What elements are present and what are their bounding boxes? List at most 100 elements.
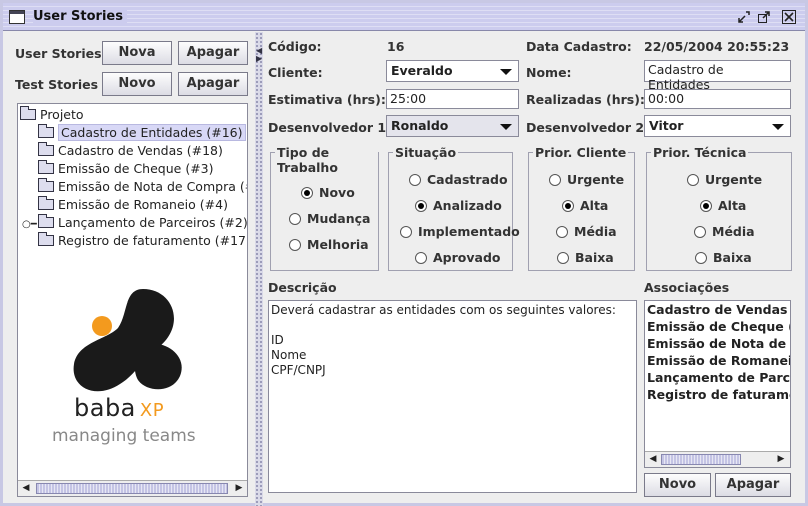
radio-label: Implementado xyxy=(418,224,520,239)
list-item[interactable]: Cadastro de Vendas (#1 xyxy=(645,301,790,318)
close-icon[interactable] xyxy=(782,10,796,24)
realizadas-field[interactable]: 00:00 xyxy=(644,89,791,109)
estimativa-field[interactable]: 25:00 xyxy=(386,89,519,109)
radio-tecnica-media[interactable]: Média xyxy=(694,225,755,239)
new-user-story-button[interactable]: Nova xyxy=(102,41,172,65)
tree-item-label: Emissão de Romaneio (#4) xyxy=(58,197,228,212)
folder-icon xyxy=(38,124,54,138)
expand-right-icon[interactable]: ▶ xyxy=(256,54,262,63)
dev2-select[interactable]: Vitor xyxy=(644,115,791,137)
radio-implementado[interactable]: Implementado xyxy=(400,225,520,239)
chevron-down-icon xyxy=(500,69,512,75)
tree-item[interactable]: Cadastro de Vendas (#18) xyxy=(38,142,223,160)
panel-splitter[interactable]: ◀ ▶ xyxy=(255,32,263,506)
list-item[interactable]: Lançamento de Parceiro xyxy=(645,369,790,386)
radio-label: Aprovado xyxy=(433,250,501,265)
radio-cadastrado[interactable]: Cadastrado xyxy=(409,173,508,187)
scroll-left-icon[interactable]: ◀ xyxy=(19,482,33,495)
delete-test-story-button[interactable]: Apagar xyxy=(178,72,248,96)
tree-item[interactable]: Emissão de Romaneio (#4) xyxy=(38,196,228,214)
radio-icon xyxy=(556,226,568,238)
radio-label: Novo xyxy=(319,185,355,200)
list-item[interactable]: Registro de faturament xyxy=(645,386,790,403)
tree-root-label: Projeto xyxy=(40,107,84,122)
babaxp-logo: baba XP managing teams xyxy=(48,284,218,454)
radio-tecnica-baixa[interactable]: Baixa xyxy=(695,251,752,265)
tree-item[interactable]: Registro de faturamento (#17) xyxy=(38,232,248,250)
radio-icon xyxy=(695,252,707,264)
radio-aprovado[interactable]: Aprovado xyxy=(415,251,501,265)
project-tree[interactable]: Projeto Cadastro de Entidades (#16) Cada… xyxy=(17,103,248,497)
tree-item[interactable]: ○━ Lançamento de Parceiros (#2) xyxy=(22,214,248,234)
list-item[interactable]: Emissão de Cheque (#3 xyxy=(645,318,790,335)
delete-association-button[interactable]: Apagar xyxy=(715,473,791,497)
radio-novo[interactable]: Novo xyxy=(301,186,355,200)
radio-icon xyxy=(409,174,421,186)
radio-melhoria[interactable]: Melhoria xyxy=(289,238,369,252)
new-association-button[interactable]: Novo xyxy=(644,473,711,497)
radio-selected-icon xyxy=(301,187,313,199)
tipo-trabalho-group: Tipo de Trabalho Novo Mudança Melhoria xyxy=(270,145,379,271)
dev1-select[interactable]: Ronaldo xyxy=(386,115,519,137)
folder-icon xyxy=(38,232,54,246)
radio-cliente-baixa[interactable]: Baixa xyxy=(557,251,614,265)
associacoes-label: Associações xyxy=(644,280,730,295)
list-item[interactable]: Emissão de Romaneio ( xyxy=(645,352,790,369)
radio-label: Cadastrado xyxy=(427,172,508,187)
cliente-select[interactable]: Everaldo xyxy=(386,60,519,82)
list-item[interactable]: Emissão de Nota de Co xyxy=(645,335,790,352)
radio-icon xyxy=(687,174,699,186)
title-bar[interactable]: User Stories xyxy=(3,3,805,31)
tree-item-label: Lançamento de Parceiros (#2) xyxy=(58,215,248,230)
radio-analizado[interactable]: Analizado xyxy=(415,199,502,213)
tree-item-label: Emissão de Nota de Compra (#7 xyxy=(58,179,248,194)
scroll-left-icon[interactable]: ◀ xyxy=(646,453,660,466)
radio-tecnica-urgente[interactable]: Urgente xyxy=(687,173,762,187)
radio-cliente-media[interactable]: Média xyxy=(556,225,617,239)
tree-root[interactable]: Projeto xyxy=(20,106,84,124)
radio-cliente-urgente[interactable]: Urgente xyxy=(549,173,624,187)
associacoes-list[interactable]: Cadastro de Vendas (#1 Emissão de Cheque… xyxy=(644,300,791,468)
data-cadastro-label: Data Cadastro: xyxy=(526,39,632,54)
window-title: User Stories xyxy=(33,9,127,24)
radio-label: Média xyxy=(712,224,755,239)
tree-item[interactable]: Emissão de Nota de Compra (#7 xyxy=(38,178,248,196)
radio-label: Baixa xyxy=(713,250,752,265)
test-stories-label: Test Stories xyxy=(15,77,99,92)
maximize-icon[interactable] xyxy=(757,10,771,24)
scrollbar-thumb[interactable] xyxy=(36,483,228,494)
situacao-group: Situação Cadastrado Analizado Implementa… xyxy=(388,145,520,271)
tree-item[interactable]: Cadastro de Entidades (#16) xyxy=(38,124,246,142)
radio-selected-icon xyxy=(415,200,427,212)
radio-label: Mudança xyxy=(307,211,371,226)
new-test-story-button[interactable]: Novo xyxy=(102,72,172,96)
tree-item-label: Cadastro de Entidades (#16) xyxy=(58,124,246,141)
user-stories-label: User Stories xyxy=(15,46,102,61)
codigo-label: Código: xyxy=(268,39,322,54)
iconify-icon[interactable] xyxy=(737,10,751,24)
tree-item-label: Registro de faturamento (#17) xyxy=(58,233,248,248)
logo-brand-text: baba xyxy=(74,394,136,422)
descricao-label: Descrição xyxy=(268,280,337,295)
descricao-textarea[interactable]: Deverá cadastrar as entidades com os seg… xyxy=(268,300,637,493)
radio-icon xyxy=(694,226,706,238)
dev1-label: Desenvolvedor 1: xyxy=(268,120,392,135)
radio-label: Média xyxy=(574,224,617,239)
scroll-right-icon[interactable]: ▶ xyxy=(774,453,788,466)
radio-tecnica-alta[interactable]: Alta xyxy=(700,199,746,213)
radio-cliente-alta[interactable]: Alta xyxy=(562,199,608,213)
expand-handle-icon[interactable]: ○━ xyxy=(22,216,38,234)
radio-icon xyxy=(415,252,427,264)
nome-field[interactable]: Cadastro de Entidades xyxy=(644,60,791,92)
associacoes-horizontal-scrollbar[interactable]: ◀ ▶ xyxy=(645,451,790,467)
radio-mudanca[interactable]: Mudança xyxy=(289,212,370,226)
scroll-right-icon[interactable]: ▶ xyxy=(232,482,246,495)
delete-user-story-button[interactable]: Apagar xyxy=(178,41,248,65)
tree-horizontal-scrollbar[interactable]: ◀ ▶ xyxy=(18,480,247,496)
chevron-down-icon xyxy=(500,124,512,130)
radio-label: Analizado xyxy=(433,198,502,213)
tree-item[interactable]: Emissão de Cheque (#3) xyxy=(38,160,214,178)
data-cadastro-value: 22/05/2004 20:55:23 xyxy=(644,39,790,54)
user-stories-window: User Stories User Stories Nova Apagar Te… xyxy=(0,0,808,506)
scrollbar-thumb[interactable] xyxy=(661,454,741,465)
